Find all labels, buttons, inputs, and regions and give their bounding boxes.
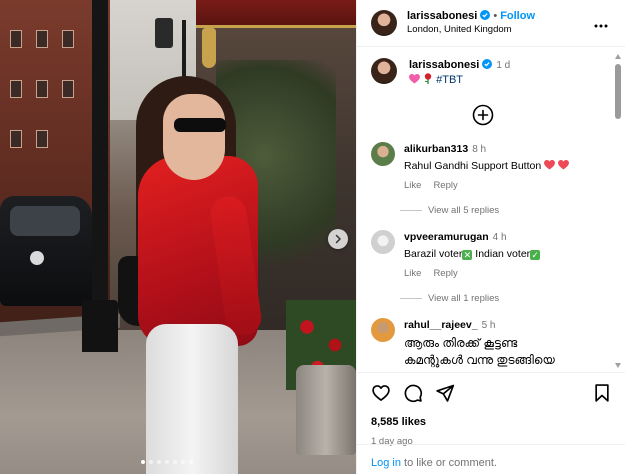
check-mark-emoji-icon: ✓ xyxy=(530,250,541,260)
commenter-avatar[interactable] xyxy=(371,318,395,342)
caption-avatar[interactable] xyxy=(371,58,397,84)
view-replies-button[interactable]: View all 1 replies xyxy=(400,293,625,304)
commenter-avatar[interactable] xyxy=(371,230,395,254)
view-replies-label: View all 1 replies xyxy=(428,293,500,304)
post-side-panel: larissabonesi • Follow London, United King… xyxy=(356,0,625,474)
scroll-up-arrow-icon[interactable] xyxy=(615,54,621,59)
carousel-dot xyxy=(165,460,169,464)
photo-awning xyxy=(196,0,356,28)
commenter-avatar[interactable] xyxy=(371,142,395,166)
login-link[interactable]: Log in xyxy=(371,457,401,469)
action-icons xyxy=(371,381,612,405)
instagram-post-modal: larissabonesi • Follow London, United King… xyxy=(0,0,625,474)
comment-text-line1: ആരും തിരക്ക് കൂട്ടണ്ട xyxy=(404,336,518,350)
post-action-bar: 8,585 likes 1 day ago xyxy=(357,372,625,447)
verified-badge-icon xyxy=(482,59,493,69)
carousel-dot xyxy=(149,460,153,464)
save-bookmark-icon[interactable] xyxy=(592,383,612,403)
comment-username[interactable]: alikurban313 xyxy=(404,143,468,155)
comment-text-part-b: Indian voter xyxy=(475,248,531,260)
author-avatar[interactable] xyxy=(371,10,397,36)
caption-username[interactable]: larissabonesi xyxy=(409,59,479,71)
photo-planter xyxy=(296,365,356,455)
comment-like-button[interactable]: Like xyxy=(404,268,421,279)
caption-body: larissabonesi 1 d #TBT xyxy=(409,58,510,88)
comment-text-line2: കമന്റുകൾ വന്നു തുടങ്ങിയെ xyxy=(404,353,555,367)
comment-like-button[interactable]: Like xyxy=(404,180,421,191)
scrollbar-thumb[interactable] xyxy=(615,64,621,119)
carousel-dots xyxy=(141,460,193,464)
photo-tassel xyxy=(202,28,216,68)
heart-emoji-icon xyxy=(544,160,556,170)
view-replies-label: View all 5 replies xyxy=(428,205,500,216)
photo-lamp-base xyxy=(82,300,118,352)
caption-hashtag[interactable]: #TBT xyxy=(436,74,463,86)
comment-body: vpveeramurugan 4 h Barazil voter✕ Indian … xyxy=(404,230,609,279)
comment-time: 5 h xyxy=(481,320,496,331)
photo-lamp-post xyxy=(92,0,108,350)
scroll-down-arrow-icon[interactable] xyxy=(615,363,621,368)
author-username[interactable]: larissabonesi xyxy=(407,10,477,22)
author-info: larissabonesi • Follow London, United King… xyxy=(407,9,591,37)
more-horizontal-icon xyxy=(594,24,608,28)
comments-scrollbar[interactable] xyxy=(614,52,622,370)
comment-text-part-a: Barazil voter xyxy=(404,248,463,260)
post-header: larissabonesi • Follow London, United King… xyxy=(357,0,625,47)
next-photo-button[interactable] xyxy=(328,229,348,249)
comment-item: alikurban313 8 h Rahul Gandhi Support But… xyxy=(357,142,625,191)
pink-heart-emoji-icon xyxy=(409,74,420,84)
cross-mark-emoji-icon: ✕ xyxy=(462,250,473,260)
view-replies-button[interactable]: View all 5 replies xyxy=(400,205,625,216)
likes-count[interactable]: 8,585 likes xyxy=(371,416,612,428)
carousel-dot xyxy=(173,460,177,464)
verified-badge-icon xyxy=(480,10,491,20)
post-location[interactable]: London, United Kingdom xyxy=(407,23,591,37)
header-separator: • xyxy=(493,10,498,22)
rose-emoji-icon xyxy=(424,73,432,84)
caption-time: 1 d xyxy=(496,60,511,71)
comment-time: 4 h xyxy=(492,232,507,243)
post-caption: larissabonesi 1 d #TBT xyxy=(357,48,625,88)
comments-scroll-area[interactable]: larissabonesi 1 d #TBT alikurban313 8 h xyxy=(357,48,625,371)
follow-button[interactable]: Follow xyxy=(500,10,535,22)
comment-reply-button[interactable]: Reply xyxy=(433,180,457,191)
comment-body: rahul__rajeev_ 5 h ആരും തിരക്ക് കൂട്ടണ്ട … xyxy=(404,318,609,369)
chevron-right-icon xyxy=(335,234,341,244)
photo-street-lamp-head xyxy=(155,18,173,48)
carousel-dot xyxy=(189,460,193,464)
carousel-dot xyxy=(157,460,161,464)
comment-bubble-icon[interactable] xyxy=(403,383,423,403)
carousel-dot xyxy=(181,460,185,464)
more-options-button[interactable] xyxy=(591,15,611,31)
photo-taxi xyxy=(0,196,92,306)
share-send-icon[interactable] xyxy=(435,383,455,403)
heart-emoji-icon xyxy=(558,160,569,170)
comment-reply-button[interactable]: Reply xyxy=(433,268,457,279)
comment-time: 8 h xyxy=(472,144,487,155)
post-photo[interactable] xyxy=(0,0,356,474)
comment-item: rahul__rajeev_ 5 h ആരും തിരക്ക് കൂട്ടണ്ട … xyxy=(357,318,625,369)
like-heart-icon[interactable] xyxy=(371,383,391,403)
login-prompt-text: to like or comment. xyxy=(400,457,497,469)
comment-item: vpveeramurugan 4 h Barazil voter✕ Indian … xyxy=(357,230,625,279)
comment-username[interactable]: rahul__rajeev_ xyxy=(404,319,478,331)
load-more-comments-icon[interactable] xyxy=(472,104,494,126)
comment-body: alikurban313 8 h Rahul Gandhi Support But… xyxy=(404,142,609,191)
comment-text: Rahul Gandhi Support Button xyxy=(404,160,542,172)
comment-username[interactable]: vpveeramurugan xyxy=(404,231,489,243)
photo-person xyxy=(118,76,288,474)
login-prompt: Log in to like or comment. xyxy=(357,444,625,474)
carousel-dot xyxy=(141,460,145,464)
